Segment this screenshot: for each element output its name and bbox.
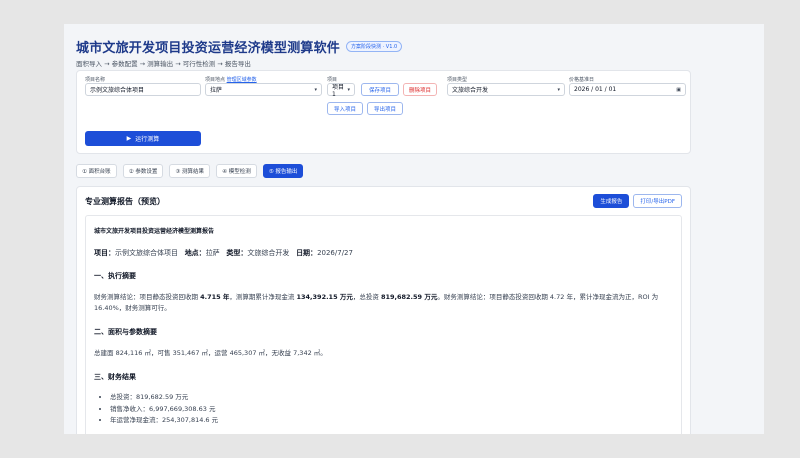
project-group: 项目 项目1 ▾ <box>327 76 355 98</box>
summary-investment: 819,682.59 万元 <box>380 293 438 301</box>
report-panel: 专业测算报告（预览） 生成报告 打印/导出PDF 城市文旅开发项目投资运营经济模… <box>76 186 691 434</box>
location-label: 项目地点 管理区域参数 <box>205 76 322 83</box>
summary-text-2: ，测算期累计净现金流 <box>229 293 297 301</box>
project-name-input[interactable]: 示例文旅综合体项目 <box>85 83 201 96</box>
project-name-value: 示例文旅综合体项目 <box>90 87 145 94</box>
meta-project-value: 示例文旅综合体项目 <box>115 249 178 257</box>
project-name-label: 项目名称 <box>85 77 106 83</box>
print-export-pdf-button[interactable]: 打印/导出PDF <box>633 194 682 208</box>
run-calculation-button[interactable]: ▶ 运行测算 <box>85 131 201 146</box>
report-preview[interactable]: 城市文旅开发项目投资运营经济模型测算报告 项目：示例文旅综合体项目 地点：拉萨 … <box>85 215 682 434</box>
meta-type-value: 文旅综合开发 <box>247 249 290 257</box>
base-date-label: 价格基准日 <box>569 77 595 83</box>
tab-area-ledger[interactable]: ① 面积台账 <box>76 164 117 178</box>
manage-region-link[interactable]: 管理区域参数 <box>227 77 257 83</box>
section-area-params: 二、面积与参数摘要 <box>94 328 157 336</box>
base-date-group: 价格基准日 2026 / 01 / 01 ▣ <box>569 76 686 96</box>
run-calculation-label: 运行测算 <box>135 136 160 143</box>
play-icon: ▶ <box>126 135 132 142</box>
import-project-button[interactable]: 导入项目 <box>327 102 363 115</box>
delete-project-button[interactable]: 删除项目 <box>403 83 437 96</box>
section-executive-summary: 一、执行摘要 <box>94 272 136 280</box>
app-window: 城市文旅开发项目投资运营经济模型测算软件 方案阶段快测 · V1.0 面积导入 … <box>64 24 764 434</box>
report-header: 专业测算报告（预览） 生成报告 打印/导出PDF <box>77 187 690 215</box>
project-value: 项目1 <box>332 83 345 98</box>
location-label-text: 项目地点 <box>205 77 226 83</box>
summary-paragraph: 财务测算结论：项目静态投资回收期 4.715 年，测算期累计净现金流 134,3… <box>94 292 673 314</box>
project-type-select[interactable]: 文旅综合开发 ▾ <box>447 83 565 96</box>
project-name-group: 项目名称 示例文旅综合体项目 <box>85 76 201 96</box>
results-list: 总投资：819,682.59 万元 销售净收入：6,997,669,308.63… <box>94 392 673 427</box>
tab-report-output[interactable]: ⑤ 报告输出 <box>262 164 304 178</box>
location-value: 拉萨 <box>210 87 223 94</box>
chevron-down-icon: ▾ <box>557 86 560 93</box>
version-badge: 方案阶段快测 · V1.0 <box>346 41 403 52</box>
area-summary: 总建面 824,116 ㎡，可售 351,467 ㎡，运营 465,307 ㎡，… <box>94 349 327 357</box>
section-financial-results: 三、财务结果 <box>94 373 136 381</box>
location-group: 项目地点 管理区域参数 拉萨 ▾ <box>205 76 322 96</box>
meta-date-key: 日期： <box>296 249 318 257</box>
list-item: 销售净收入：6,997,669,308.63 元 <box>110 404 673 416</box>
summary-text-3: ，总投资 <box>352 293 381 301</box>
tab-model-check[interactable]: ④ 模型检测 <box>216 164 257 178</box>
report-meta: 项目：示例文旅综合体项目 地点：拉萨 类型：文旅综合开发 日期：2026/7/2… <box>94 248 673 258</box>
project-type-value: 文旅综合开发 <box>452 87 489 94</box>
meta-project-key: 项目： <box>94 249 115 257</box>
chevron-down-icon: ▾ <box>314 86 317 93</box>
workflow-subtitle: 面积导入 → 参数配置 → 测算输出 → 可行性检测 → 报告导出 <box>76 60 251 68</box>
calendar-icon[interactable]: ▣ <box>676 87 681 93</box>
summary-cashflow: 134,392.15 万元 <box>296 293 353 301</box>
save-project-button[interactable]: 保存项目 <box>361 83 399 96</box>
list-item: 年运营净现金流：254,307,814.6 元 <box>110 415 673 427</box>
base-date-input[interactable]: 2026 / 01 / 01 ▣ <box>569 83 686 96</box>
app-header: 城市文旅开发项目投资运营经济模型测算软件 方案阶段快测 · V1.0 面积导入 … <box>64 24 764 70</box>
meta-location-key: 地点： <box>184 249 206 257</box>
meta-location-value: 拉萨 <box>205 249 220 257</box>
report-heading: 专业测算报告（预览） <box>85 196 165 206</box>
project-form: 项目名称 示例文旅综合体项目 项目地点 管理区域参数 拉萨 ▾ 项目 项目1 ▾ 保… <box>76 70 691 154</box>
list-item: 总投资：819,682.59 万元 <box>110 392 673 404</box>
tab-bar: ① 面积台账 ② 参数设置 ③ 测算结果 ④ 模型检测 ⑤ 报告输出 <box>76 164 304 178</box>
generate-report-button[interactable]: 生成报告 <box>593 194 630 208</box>
summary-text-1: 财务测算结论：项目静态投资回收期 <box>94 293 201 301</box>
export-project-button[interactable]: 导出项目 <box>367 102 403 115</box>
meta-type-key: 类型： <box>226 249 248 257</box>
project-select[interactable]: 项目1 ▾ <box>327 83 355 98</box>
tab-parameters[interactable]: ② 参数设置 <box>122 164 164 178</box>
project-type-label: 项目类型 <box>447 77 468 83</box>
meta-date-value: 2026/7/27 <box>317 249 353 257</box>
tab-results[interactable]: ③ 测算结果 <box>169 164 211 178</box>
summary-payback: 4.715 年 <box>200 293 230 301</box>
chevron-down-icon: ▾ <box>347 86 350 93</box>
location-select[interactable]: 拉萨 ▾ <box>205 83 322 96</box>
base-date-value: 2026 / 01 / 01 <box>574 86 617 93</box>
project-type-group: 项目类型 文旅综合开发 ▾ <box>447 76 565 96</box>
report-document-title: 城市文旅开发项目投资运营经济模型测算报告 <box>94 228 215 235</box>
app-title: 城市文旅开发项目投资运营经济模型测算软件 <box>76 41 341 56</box>
